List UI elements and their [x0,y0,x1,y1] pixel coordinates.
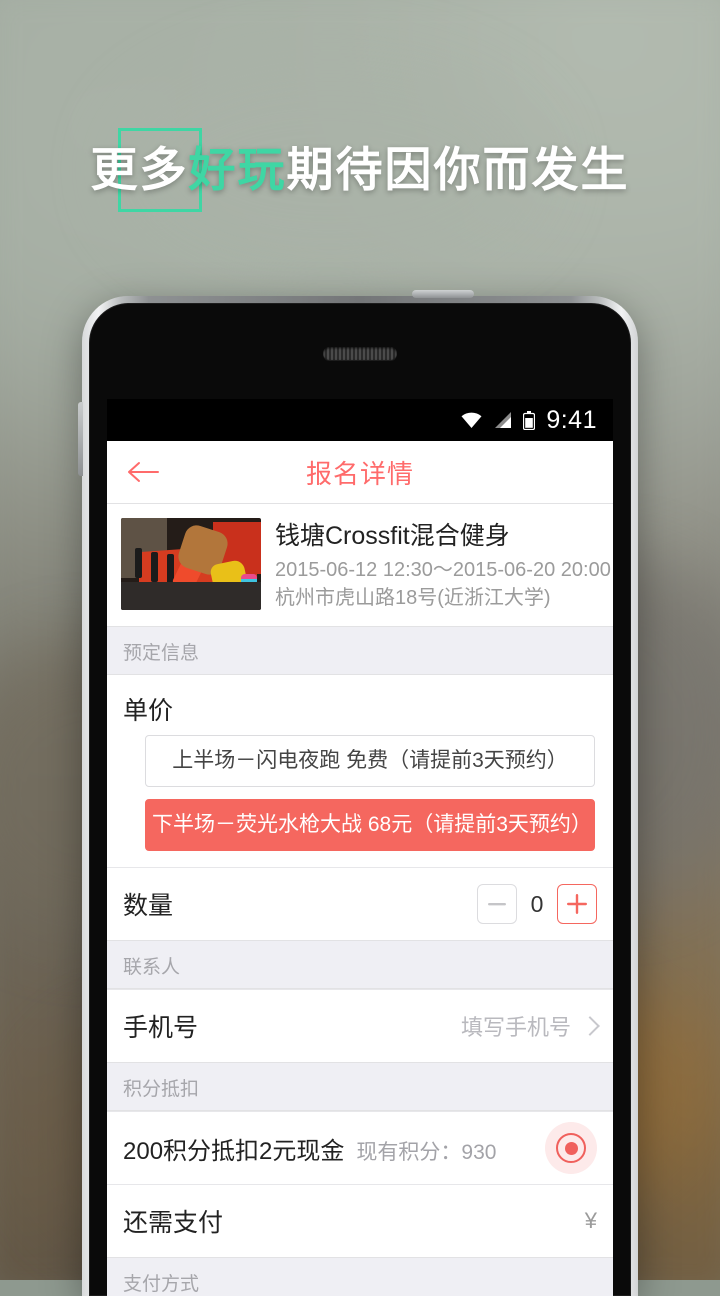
event-date-range: 2015-06-12 12:30～2015-06-20 20:00 [275,559,611,581]
promo-headline: 更多好玩期待因你而发生 [0,118,720,228]
quantity-value: 0 [530,890,544,917]
section-header-contact: 联系人 [107,940,613,989]
price-option-list: 上半场－闪电夜跑 免费（请提前3天预约） 下半场－荧光水枪大战 68元（请提前3… [107,731,613,867]
phone-power-button [412,290,474,298]
signal-icon [493,412,512,428]
phone-number-label: 手机号 [123,1014,199,1042]
earpiece-speaker [323,347,397,360]
event-text-block: 钱塘Crossfit混合健身 2015-06-12 12:30～2015-06-… [275,518,611,612]
headline-text-part2: 期待因你而发生 [286,143,630,196]
promo-headline-text: 更多好玩期待因你而发生 [0,138,720,202]
price-option-second-half[interactable]: 下半场－荧光水枪大战 68元（请提前3天预约） [145,799,595,851]
headline-text-highlight: 好玩 [188,143,287,196]
remaining-payment-label: 还需支付 [123,1209,224,1237]
quantity-increase-button[interactable] [557,884,597,924]
headline-text-part1: 更多 [90,143,189,196]
unit-price-label: 单价 [123,697,174,725]
status-bar: 9:41 [107,399,613,441]
currency-symbol: ¥ [584,1208,597,1233]
event-summary-card[interactable]: 钱塘Crossfit混合健身 2015-06-12 12:30～2015-06-… [107,504,613,627]
price-option-first-half[interactable]: 上半场－闪电夜跑 免费（请提前3天预约） [145,735,595,787]
quantity-stepper: 0 [477,884,597,924]
phone-bezel: 9:41 报名详情 钱塘Crossfit混合健身 2015-06-12 12:3… [89,303,631,1296]
phone-volume-button [78,402,83,476]
points-deduction-row[interactable]: 200积分抵扣2元现金 现有积分：930 [107,1111,613,1184]
remaining-payment-row: 还需支付 ¥ [107,1184,613,1257]
phone-number-placeholder[interactable]: 填写手机号 [461,1010,571,1042]
back-arrow-icon[interactable] [121,457,165,487]
phone-screen: 9:41 报名详情 钱塘Crossfit混合健身 2015-06-12 12:3… [107,399,613,1296]
points-balance-label: 现有积分：930 [356,1140,497,1164]
status-bar-time: 9:41 [546,405,597,434]
points-deduction-label: 200积分抵扣2元现金 [123,1137,345,1165]
unit-price-block: 单价 上半场－闪电夜跑 免费（请提前3天预约） 下半场－荧光水枪大战 68元（请… [107,675,613,867]
section-header-points: 积分抵扣 [107,1062,613,1111]
event-location: 杭州市虎山路18号(近浙江大学) [275,587,551,609]
quantity-row: 数量 0 [107,867,613,940]
wifi-icon [461,412,482,428]
quantity-label: 数量 [123,892,174,920]
phone-mockup: 9:41 报名详情 钱塘Crossfit混合健身 2015-06-12 12:3… [78,290,638,1296]
section-header-payment: 支付方式 [107,1257,613,1296]
page-title: 报名详情 [305,458,414,489]
chevron-right-icon [580,1016,600,1036]
navigation-bar: 报名详情 [107,441,613,504]
quantity-decrease-button[interactable] [477,884,517,924]
event-title: 钱塘Crossfit混合健身 [275,522,510,550]
points-radio-selected[interactable] [545,1122,597,1174]
phone-number-row[interactable]: 手机号 填写手机号 [107,989,613,1062]
battery-icon [523,410,536,430]
event-thumbnail [121,518,261,610]
section-header-booking: 预定信息 [107,627,613,675]
